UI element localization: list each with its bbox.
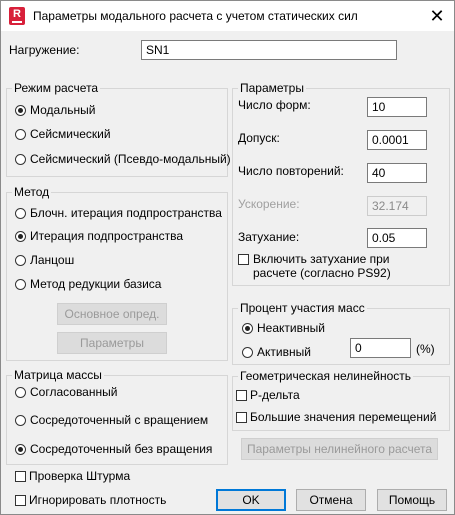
radio-mass-consistent[interactable]: Согласованный (15, 385, 117, 399)
radio-label: Модальный (30, 103, 96, 117)
iterations-label: Число повторений: (238, 164, 344, 178)
parameters-group-title: Параметры (238, 81, 306, 95)
basic-definition-button[interactable]: Основное опред. (57, 303, 167, 325)
include-damping-label-line2: расчете (согласно PS92) (253, 266, 391, 280)
mass-matrix-group-title: Матрица массы (12, 368, 104, 382)
radio-dot (15, 154, 26, 165)
radio-dot (15, 279, 26, 290)
tolerance-label: Допуск: (238, 131, 280, 145)
radio-method-basis[interactable]: Метод редукции базиса (15, 277, 161, 291)
checkbox-label: Игнорировать плотность (29, 493, 167, 507)
ignore-density-checkbox[interactable]: Игнорировать плотность (15, 493, 166, 507)
method-parameters-button[interactable]: Параметры (57, 332, 167, 354)
mode-group-title: Режим расчета (12, 81, 101, 95)
dialog-window: R Параметры модального расчета с учетом … (0, 0, 455, 515)
checkbox-label: Проверка Штурма (29, 469, 131, 483)
large-displacements-checkbox[interactable]: Большие значения перемещений (236, 410, 436, 424)
checkbox-box (15, 495, 26, 506)
include-damping-label-line1: Включить затухание при (253, 252, 390, 266)
radio-dot (15, 255, 26, 266)
radio-dot (242, 347, 253, 358)
radio-dot-checked (15, 231, 26, 242)
load-label: Нагружение: (9, 43, 80, 57)
cancel-button[interactable]: Отмена (296, 489, 366, 511)
nonlinear-parameters-button[interactable]: Параметры нелинейного расчета (241, 438, 438, 460)
geometric-nonlinearity-group-title: Геометрическая нелинейность (238, 369, 414, 383)
mass-participation-input[interactable] (350, 338, 411, 358)
acceleration-label: Ускорение: (238, 197, 300, 211)
radio-dot (15, 208, 26, 219)
include-damping-checkbox[interactable] (238, 252, 252, 266)
close-button[interactable]: ✕ (425, 5, 449, 27)
title-bar: R Параметры модального расчета с учетом … (1, 1, 454, 31)
checkbox-box (238, 254, 249, 265)
radio-mode-modal[interactable]: Модальный (15, 103, 95, 117)
radio-label: Сосредоточенный без вращения (30, 442, 213, 456)
load-input[interactable] (141, 40, 397, 60)
percent-unit-label: (%) (416, 342, 435, 356)
modes-count-input[interactable] (367, 97, 427, 117)
radio-dot-checked (15, 105, 26, 116)
radio-mass-part-inactive[interactable]: Неактивный (242, 321, 325, 335)
modes-count-label: Число форм: (238, 98, 311, 112)
radio-dot (15, 415, 26, 426)
radio-method-lanczos[interactable]: Ланцош (15, 253, 74, 267)
radio-mass-part-active[interactable]: Активный (242, 345, 311, 359)
radio-label: Согласованный (30, 385, 118, 399)
radio-label: Сейсмический (30, 127, 111, 141)
robot-app-icon: R (9, 7, 25, 25)
ok-button[interactable]: OK (216, 489, 286, 511)
sturm-check-checkbox[interactable]: Проверка Штурма (15, 469, 130, 483)
radio-dot-checked (242, 323, 253, 334)
help-button[interactable]: Помощь (377, 489, 447, 511)
checkbox-label: Р-дельта (250, 388, 300, 402)
radio-mass-lumped-norot[interactable]: Сосредоточенный без вращения (15, 442, 212, 456)
radio-dot (15, 387, 26, 398)
radio-label: Неактивный (257, 321, 325, 335)
radio-label: Ланцош (30, 253, 75, 267)
radio-mode-seismic[interactable]: Сейсмический (15, 127, 111, 141)
radio-label: Метод редукции базиса (30, 277, 162, 291)
checkbox-label: Большие значения перемещений (250, 410, 437, 424)
iterations-input[interactable] (367, 163, 427, 183)
close-icon: ✕ (429, 6, 445, 26)
mass-participation-group-title: Процент участия масс (238, 301, 367, 315)
damping-input[interactable] (367, 228, 427, 248)
radio-label: Блочн. итерация подпространства (30, 206, 222, 220)
radio-dot (15, 129, 26, 140)
radio-mode-pseudo[interactable]: Сейсмический (Псевдо-модальный) (15, 152, 231, 166)
damping-label: Затухание: (238, 230, 300, 244)
dialog-title: Параметры модального расчета с учетом ст… (33, 9, 358, 23)
radio-label: Сосредоточенный с вращением (30, 413, 209, 427)
radio-method-block[interactable]: Блочн. итерация подпространства (15, 206, 222, 220)
checkbox-box (15, 471, 26, 482)
tolerance-input[interactable] (367, 130, 427, 150)
checkbox-box (236, 412, 247, 423)
radio-dot-checked (15, 444, 26, 455)
radio-method-subspace[interactable]: Итерация подпространства (15, 229, 183, 243)
p-delta-checkbox[interactable]: Р-дельта (236, 388, 300, 402)
checkbox-box (236, 390, 247, 401)
method-group-title: Метод (12, 185, 52, 199)
radio-label: Итерация подпространства (30, 229, 184, 243)
radio-label: Сейсмический (Псевдо-модальный) (30, 152, 231, 166)
acceleration-input[interactable] (367, 196, 427, 216)
radio-mass-lumped-rot[interactable]: Сосредоточенный с вращением (15, 413, 208, 427)
radio-label: Активный (257, 345, 311, 359)
